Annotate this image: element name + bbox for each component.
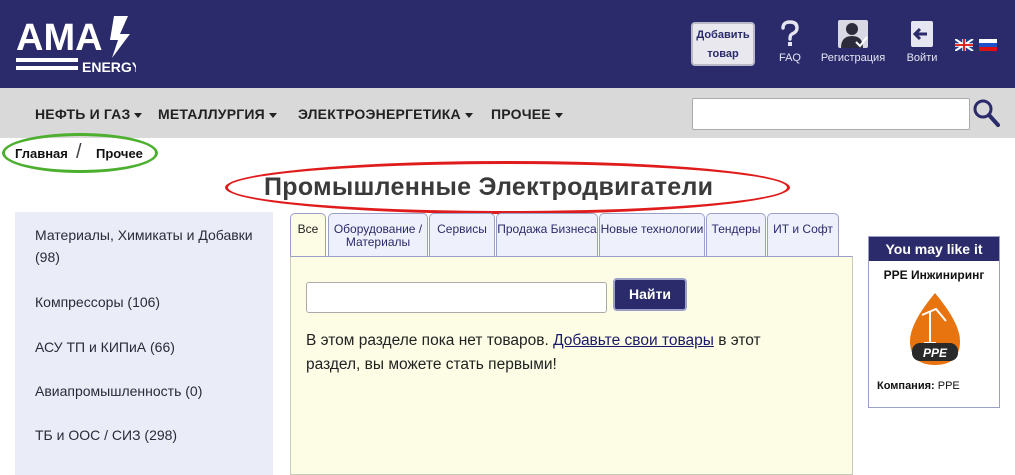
- header-search-input[interactable]: [692, 98, 970, 130]
- add-product-button[interactable]: Добавить товар: [691, 22, 755, 66]
- login-label: Войти: [906, 52, 938, 64]
- header-bar: AMA ENERGY Добавить товар FAQ Регистраци…: [0, 0, 1015, 88]
- ppe-logo-text: PPE: [923, 346, 948, 360]
- ppe-logo[interactable]: PPE: [902, 291, 968, 369]
- nav-power-label: ЭЛЕКТРОЭНЕРГЕТИКА: [298, 106, 461, 122]
- nav-oil-gas-label: НЕФТЬ И ГАЗ: [35, 106, 131, 122]
- nav-other[interactable]: ПРОЧЕЕ: [491, 106, 563, 122]
- tab-tenders[interactable]: Тендеры: [706, 213, 766, 256]
- ru-flag-icon[interactable]: [979, 39, 997, 51]
- nav-metallurgy[interactable]: МЕТАЛЛУРГИЯ: [158, 106, 277, 122]
- search-icon[interactable]: [972, 98, 1000, 128]
- tab-new-tech[interactable]: Новые технологии: [599, 213, 705, 256]
- nav-metallurgy-label: МЕТАЛЛУРГИЯ: [158, 106, 265, 122]
- tab-all[interactable]: Все: [290, 213, 326, 257]
- sidebar-item-automation[interactable]: АСУ ТП и КИПиА (66): [35, 336, 260, 358]
- company-label: Компания:: [877, 380, 935, 392]
- breadcrumb-separator: /: [76, 141, 82, 163]
- uk-flag-icon[interactable]: [954, 38, 974, 52]
- sidebar-item-materials[interactable]: Материалы, Химикаты и Добавки (98): [35, 224, 260, 268]
- add-products-link[interactable]: Добавьте свои товары: [553, 332, 714, 349]
- product-search-input[interactable]: [306, 282, 607, 313]
- logo-text: AMA: [16, 17, 103, 59]
- recommendation-company-row: Компания: PPE: [877, 380, 960, 392]
- language-switcher: [954, 38, 999, 56]
- sidebar-item-safety[interactable]: ТБ и ООС / СИЗ (298): [35, 424, 260, 446]
- caret-down-icon: [464, 112, 473, 118]
- tab-equipment[interactable]: Оборудование / Материалы: [328, 213, 428, 256]
- breadcrumb-home[interactable]: Главная: [15, 146, 68, 161]
- nav-oil-gas[interactable]: НЕФТЬ И ГАЗ: [35, 106, 143, 122]
- ama-energy-logo[interactable]: AMA ENERGY: [16, 14, 136, 76]
- question-icon: [781, 20, 799, 46]
- sidebar-item-compressors[interactable]: Компрессоры (106): [35, 291, 260, 313]
- nav-power[interactable]: ЭЛЕКТРОЭНЕРГЕТИКА: [298, 106, 473, 122]
- caret-down-icon: [268, 112, 277, 118]
- user-register-icon: [838, 20, 868, 48]
- nav-other-label: ПРОЧЕЕ: [491, 106, 551, 122]
- register-label: Регистрация: [820, 52, 886, 64]
- empty-message: В этом разделе пока нет товаров. Добавьт…: [306, 329, 806, 377]
- caret-down-icon: [554, 112, 563, 118]
- tab-services[interactable]: Сервисы: [429, 213, 495, 256]
- faq-label: FAQ: [778, 52, 801, 64]
- tab-business-sale[interactable]: Продажа Бизнеса: [496, 213, 598, 256]
- login-link[interactable]: Войти: [904, 20, 940, 64]
- recommendation-card[interactable]: You may like it PPE Инжиниринг PPE Компа…: [868, 236, 1000, 408]
- register-link[interactable]: Регистрация: [820, 20, 886, 64]
- recommendation-header: You may like it: [869, 237, 999, 261]
- login-arrow-icon: [911, 21, 933, 47]
- tab-content-panel: Найти В этом разделе пока нет товаров. Д…: [290, 256, 853, 475]
- recommendation-company-name[interactable]: PPE Инжиниринг: [869, 268, 999, 282]
- tab-it-soft[interactable]: ИТ и Софт: [767, 213, 839, 256]
- page-title: Промышленные Электродвигатели: [264, 173, 714, 201]
- faq-link[interactable]: FAQ: [776, 20, 804, 64]
- category-sidebar: Материалы, Химикаты и Добавки (98) Компр…: [15, 212, 273, 475]
- find-button[interactable]: Найти: [613, 278, 687, 311]
- caret-down-icon: [134, 112, 143, 118]
- breadcrumb-current[interactable]: Прочее: [96, 146, 143, 161]
- logo-subtext: ENERGY: [82, 59, 136, 75]
- sidebar-item-aviation[interactable]: Авиапромышленность (0): [35, 380, 260, 402]
- bolt-icon: [110, 16, 130, 58]
- empty-message-prefix: В этом разделе пока нет товаров.: [306, 332, 554, 349]
- company-value: PPE: [937, 380, 960, 392]
